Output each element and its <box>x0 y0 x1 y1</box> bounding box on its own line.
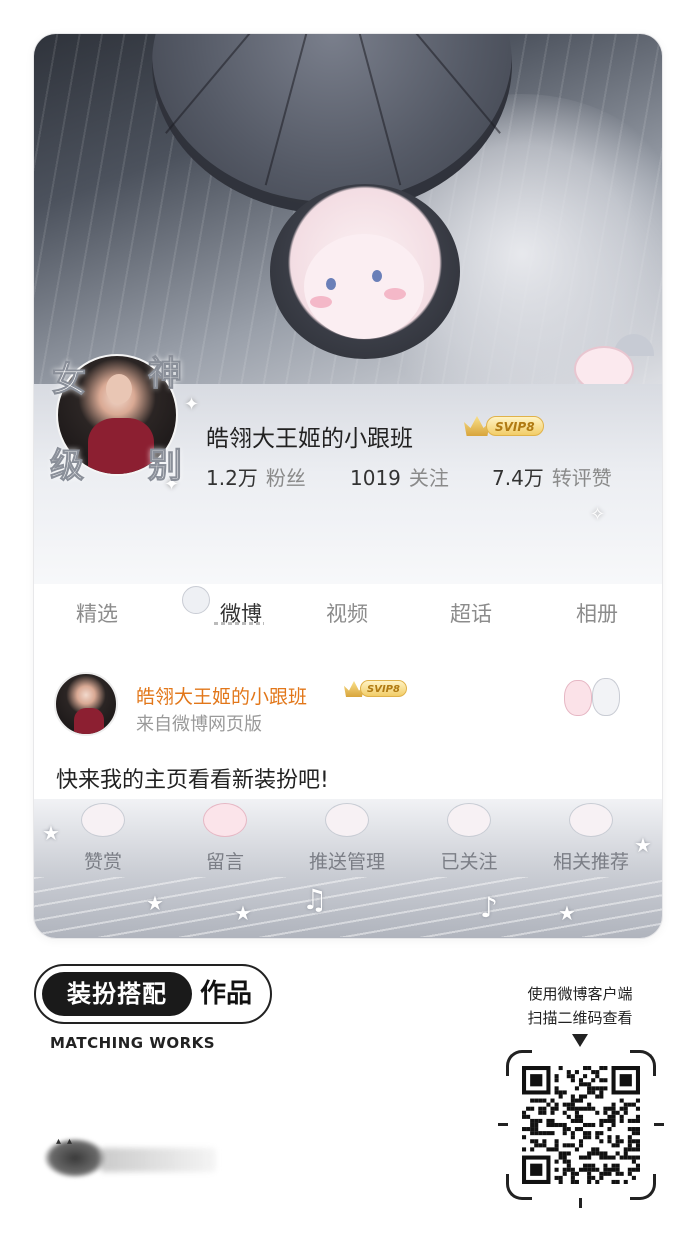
frame-char: 神 <box>148 354 183 395</box>
post-text: 快来我的主页看看新装扮吧! <box>56 768 329 793</box>
profile-card: ✦ ✦ ✧ 女 神 级 别 皓翎大王姬的小跟班 SVIP8 1.2万 粉丝 101… <box>34 34 662 938</box>
profile-stats: 1.2万 粉丝 1019 关注 7.4万 转评赞 <box>206 462 646 490</box>
tab-album[interactable]: 相册 <box>552 598 642 628</box>
stat-label: 关注 <box>408 466 449 490</box>
profile-name[interactable]: 皓翎大王姬的小跟班 <box>206 419 413 453</box>
tab-featured[interactable]: 精选 <box>52 598 142 628</box>
active-tab-indicator <box>214 622 264 625</box>
frame-char: 级 <box>50 446 85 487</box>
stat-value: 7.4万 <box>492 466 544 490</box>
action-label: 相关推荐 <box>552 851 629 873</box>
frame-char: 别 <box>148 446 183 487</box>
star-icon: ★ <box>146 891 164 915</box>
stat-following[interactable]: 1019 关注 <box>350 462 449 491</box>
stat-label: 转评赞 <box>551 466 612 490</box>
post-svip-badge[interactable]: SVIP8 <box>344 678 410 700</box>
post-author[interactable]: 皓翎大王姬的小跟班 <box>136 682 307 709</box>
badge-main: 装扮搭配 <box>42 972 192 1016</box>
stat-likes[interactable]: 7.4万 转评赞 <box>492 462 612 491</box>
profile-avatar-frame[interactable]: 女 神 级 别 <box>50 352 183 487</box>
action-label: 赞赏 <box>83 851 122 873</box>
cat-eye-right <box>372 270 382 282</box>
post-source: 来自微博网页版 <box>136 714 262 735</box>
qr-caption: 使用微博客户端 扫描二维码查看 <box>500 982 660 1030</box>
stat-followers[interactable]: 1.2万 粉丝 <box>206 462 306 491</box>
stat-value: 1019 <box>350 466 401 490</box>
profile-tabs: 精选 微博 视频 超话 相册 <box>34 584 662 644</box>
stat-label: 粉丝 <box>265 466 306 490</box>
action-label: 留言 <box>205 851 244 873</box>
svip-label: SVIP8 <box>360 680 407 697</box>
creator-avatar-ears-icon: ▴▴ <box>56 1136 79 1147</box>
cat-blush-left <box>310 296 332 308</box>
star-icon: ★ <box>558 901 576 925</box>
post-card[interactable]: 皓翎大王姬的小跟班 SVIP8 来自微博网页版 快来我的主页看看新装扮吧! <box>34 644 662 804</box>
sparkle-icon: ✧ <box>590 504 606 525</box>
profile-banner <box>34 34 662 384</box>
frog-mascot-icon <box>447 803 491 837</box>
cat-mascot-icon <box>203 803 247 837</box>
badge-subtitle: MATCHING WORKS <box>50 1034 216 1052</box>
cat-face <box>304 234 424 339</box>
arrow-down-icon <box>572 1034 588 1047</box>
qr-caption-line: 扫描二维码查看 <box>527 1009 633 1027</box>
svip-badge[interactable]: SVIP8 <box>464 413 548 439</box>
star-icon: ★ <box>42 821 60 845</box>
star-icon: ★ <box>234 901 252 925</box>
action-label: 推送管理 <box>308 851 385 873</box>
cloud-mascot-icon <box>81 803 125 837</box>
tab-video[interactable]: 视频 <box>302 598 392 628</box>
post-avatar[interactable] <box>54 672 118 736</box>
qr-pattern <box>522 1066 640 1184</box>
qr-caption-line: 使用微博客户端 <box>527 985 633 1003</box>
qr-code[interactable] <box>498 1050 664 1208</box>
tab-supertopic[interactable]: 超话 <box>426 598 516 628</box>
bird-mascot-icon <box>569 803 613 837</box>
matching-works-badge: 装扮搭配 作品 <box>34 964 272 1024</box>
sparkle-icon: ✦ <box>184 394 200 415</box>
tab-mascot-icon <box>182 586 210 614</box>
music-note-icon: ♫ <box>302 883 328 916</box>
music-note-icon: ♪ <box>480 891 498 924</box>
creator-name-blurred <box>100 1148 216 1172</box>
mascot-pair-sticker-icon <box>564 674 624 720</box>
action-bar: ★ ★ ★ ★ ★ ♫ ♪ 赞赏 留言 推送管理 已关注 相关推荐 <box>34 799 662 938</box>
frame-char: 女 <box>52 360 87 401</box>
umbrella-mascot-icon <box>325 803 369 837</box>
svip-label: SVIP8 <box>486 416 544 436</box>
action-label: 已关注 <box>440 851 498 873</box>
small-cat-sticker-icon <box>574 346 634 384</box>
badge-tail: 作品 <box>200 979 253 1009</box>
cat-eye-left <box>326 278 336 290</box>
stat-value: 1.2万 <box>206 466 258 490</box>
cat-blush-right <box>384 288 406 300</box>
